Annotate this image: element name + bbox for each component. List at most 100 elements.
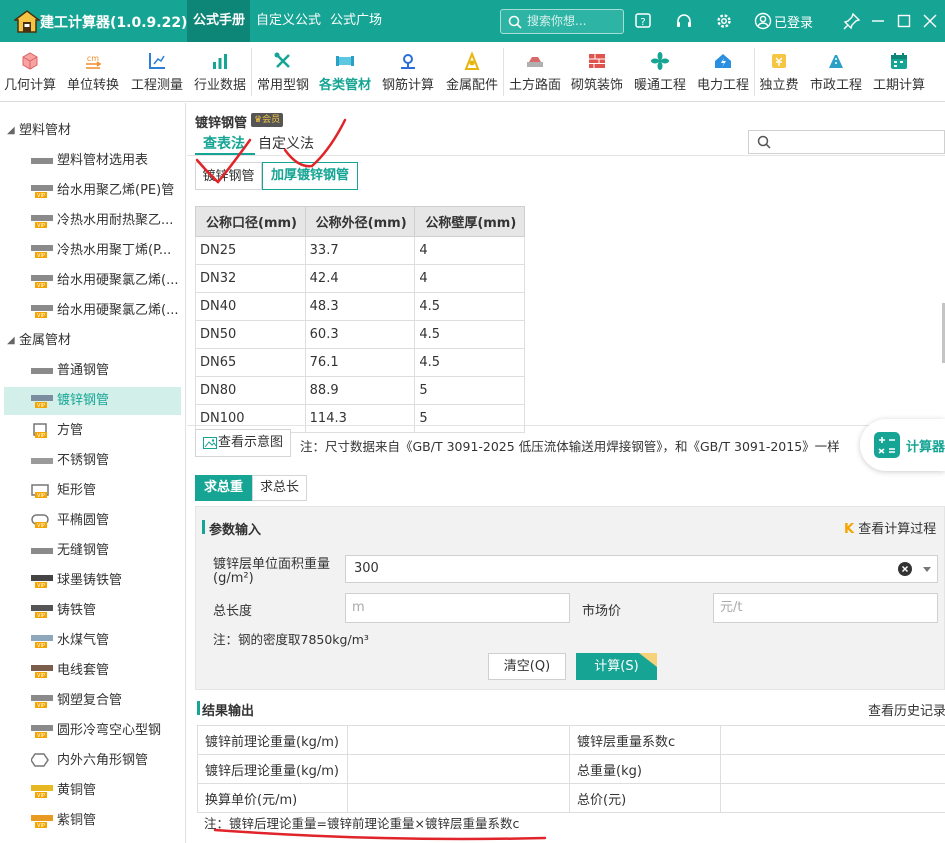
maximize-icon[interactable] [895,12,913,30]
sidebar-item-composite-pipe[interactable]: VIP 钢塑复合管 [4,687,181,715]
clear-icon[interactable] [898,562,912,576]
vip-pipe-icon: VIP [31,245,53,259]
sidebar-item-flat-oval-tube[interactable]: VIP 平椭圆管 [4,507,181,535]
toolbar-pipe[interactable]: 各类管材 [315,42,375,102]
sidebar-item-hollow-section[interactable]: VIP 圆形冷弯空心型钢 [4,717,181,745]
tab-formula-manual[interactable]: 公式手册 [187,0,250,42]
sidebar-item-brass-pipe[interactable]: VIP 黄铜管 [4,777,181,805]
svg-text:VIP: VIP [37,253,45,259]
table-row: 镀锌后理论重量(kg/m) 总重量(kg) [197,754,945,784]
table-row: 镀锌前理论重量(kg/m) 镀锌层重量系数c [197,725,945,755]
col-nominal-diameter: 公称口径(mm) [195,206,306,237]
tab-table-method[interactable]: 查表法 [203,133,245,153]
calculator-float-button[interactable]: 计算器 [860,419,945,471]
sidebar-item-steel-pipe[interactable]: 普通钢管 [4,357,181,385]
vip-pipe-icon: VIP [31,185,53,199]
hex-tube-icon [31,753,49,767]
sidebar-item-rect-tube[interactable]: VIP 矩形管 [4,477,181,505]
sidebar-item-ductile-iron-pipe[interactable]: VIP 球墨铸铁管 [4,567,181,595]
rebar-icon [401,54,415,69]
toolbar-independent-fee[interactable]: 独立费 [756,42,802,102]
param-title: 参数输入 [209,523,262,538]
help-icon[interactable]: ? [634,12,652,30]
main-panel: 镀锌钢管 ♛会员 查表法 自定义法 镀锌钢管 加厚镀锌钢管 公称口径(mm) 公… [187,103,945,843]
view-process-link[interactable]: K 查看计算过程 [844,518,936,537]
tab-custom-formula[interactable]: 自定义公式 [250,0,327,42]
pin-icon[interactable] [843,12,861,30]
sidebar-item-pvcu-pipe-2[interactable]: VIP 给水用硬聚氯乙烯(... [4,297,181,325]
unit-convert-icon: cm [86,54,102,69]
col-outer-diameter: 公称外径(mm) [304,206,416,237]
fan-icon [651,52,669,70]
toolbar-hvac[interactable]: 暖通工程 [630,42,690,102]
svg-text:VIP: VIP [37,673,45,679]
sidebar-item-hex-pipe[interactable]: 内外六角形钢管 [4,747,181,775]
sidebar-item-pvcu-pipe-1[interactable]: VIP 给水用硬聚氯乙烯(... [4,267,181,295]
toolbar-duration[interactable]: 工期计算 [869,42,929,102]
history-link[interactable]: 查看历史记录 [868,700,945,719]
measure-icon [149,53,165,69]
toolbar-unit-convert[interactable]: cm 单位转换 [62,42,124,102]
calculate-button[interactable]: 计算(S) [576,653,657,680]
market-price-input[interactable]: 元/t [713,593,938,623]
toolbar-masonry[interactable]: 砌筑装饰 [567,42,627,102]
table-row[interactable]: DN80 88.9 5 [195,376,525,405]
sidebar-item-copper-pipe[interactable]: VIP 紫铜管 [4,807,181,835]
subtab-thick-galvanized[interactable]: 加厚镀锌钢管 [262,162,358,190]
calc-total-weight-tab[interactable]: 求总重 [195,475,252,501]
road-icon [527,57,543,67]
headset-icon[interactable] [675,12,693,30]
vip-pipe-icon: VIP [31,575,53,589]
toolbar-geometry[interactable]: 几何计算 [0,42,60,102]
sidebar-item-stainless-pipe[interactable]: 不锈钢管 [4,447,181,475]
sidebar-item-pert-pipe[interactable]: VIP 冷热水用耐热聚乙... [4,207,181,235]
table-row[interactable]: DN65 76.1 4.5 [195,348,525,377]
svg-text:?: ? [640,17,645,28]
table-row[interactable]: DN50 60.3 4.5 [195,320,525,349]
gear-icon[interactable] [715,12,733,30]
total-length-input[interactable]: m [345,593,570,623]
toolbar-survey[interactable]: 工程测量 [127,42,187,102]
coating-weight-select[interactable]: 300 [345,555,938,583]
sidebar-item-square-tube[interactable]: VIP 方管 [4,417,181,445]
vip-pipe-icon: VIP [31,275,53,289]
vip-pipe-icon: VIP [31,305,53,319]
table-search-input[interactable] [748,130,945,154]
user-icon[interactable] [754,12,772,30]
toolbar-power[interactable]: 电力工程 [693,42,753,102]
close-icon[interactable] [921,12,939,30]
view-diagram-button[interactable]: 查看示意图 [195,429,291,457]
category-toolbar: 几何计算 cm 单位转换 工程测量 行业数据 常用型钢 各类管材 钢筋计算 金属… [0,42,945,102]
toolbar-earthwork[interactable]: 土方路面 [505,42,565,102]
sidebar-item-conduit[interactable]: VIP 电线套管 [4,657,181,685]
tab-custom-method[interactable]: 自定义法 [258,133,314,153]
svg-text:VIP: VIP [37,493,45,499]
power-house-icon [715,54,731,68]
sidebar-item-plastic-selection[interactable]: 塑料管材选用表 [4,147,181,175]
sidebar-item-pe-pipe[interactable]: VIP 给水用聚乙烯(PE)管 [4,177,181,205]
sidebar-item-gas-pipe[interactable]: VIP 水煤气管 [4,627,181,655]
density-note: 注：钢的密度取7850kg/m³ [213,632,369,647]
chevron-down-icon[interactable] [922,566,932,574]
calc-total-length-tab[interactable]: 求总长 [252,475,307,501]
login-status[interactable]: 已登录 [774,12,813,31]
table-row[interactable]: DN32 42.4 4 [195,264,525,293]
sidebar-item-pb-pipe[interactable]: VIP 冷热水用聚丁烯(P... [4,237,181,265]
toolbar-metal-fitting[interactable]: 金属配件 [442,42,502,102]
sidebar-item-seamless-pipe[interactable]: 无缝钢管 [4,537,181,565]
minimize-icon[interactable] [869,12,887,30]
collapse-arrow-icon: ◢ [7,125,15,136]
clear-button[interactable]: 清空(Q) [488,653,566,680]
sidebar-item-galvanized-pipe[interactable]: VIP 镀锌钢管 [4,387,181,415]
table-row[interactable]: DN25 33.7 4 [195,236,525,265]
tab-formula-square[interactable]: 公式广场 [324,0,388,42]
toolbar-steel-section[interactable]: 常用型钢 [253,42,313,102]
search-input[interactable]: 搜索你想... [500,9,624,34]
sidebar-item-cast-iron-pipe[interactable]: VIP 铸铁管 [4,597,181,625]
subtab-galvanized[interactable]: 镀锌钢管 [195,162,262,190]
table-row[interactable]: DN40 48.3 4.5 [195,292,525,321]
formula-note: 注：镀锌后理论重量=镀锌前理论重量×镀锌层重量系数c [204,816,520,831]
toolbar-municipal[interactable]: 市政工程 [806,42,866,102]
toolbar-rebar[interactable]: 钢筋计算 [378,42,438,102]
toolbar-industry-data[interactable]: 行业数据 [190,42,250,102]
